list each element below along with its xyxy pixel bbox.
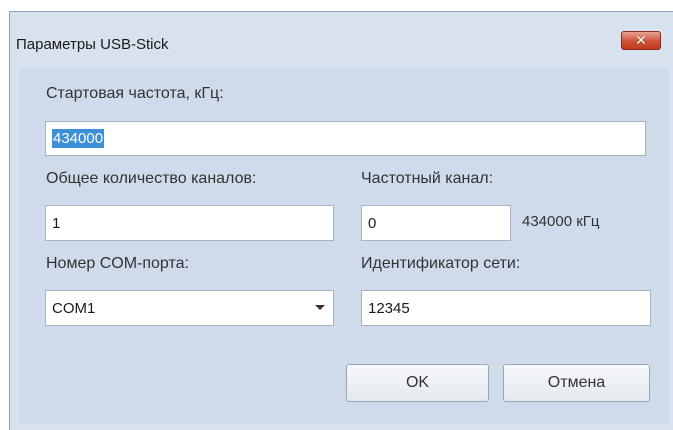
window-title: Параметры USB-Stick <box>16 36 169 53</box>
network-id-label: Идентификатор сети: <box>361 255 521 272</box>
frequency-channel-value: 0 <box>368 214 377 232</box>
start-frequency-input[interactable]: 434000 <box>45 121 646 156</box>
frequency-channel-info: 434000 кГц <box>522 213 600 230</box>
network-id-input[interactable]: 12345 <box>361 290 651 326</box>
chevron-down-icon[interactable] <box>315 305 325 310</box>
close-button[interactable]: ✕ <box>621 31 661 50</box>
channels-count-label: Общее количество каналов: <box>46 170 257 187</box>
com-port-value: COM1 <box>52 299 96 317</box>
com-port-label: Номер COM-порта: <box>46 255 189 272</box>
channels-count-input[interactable]: 1 <box>45 205 334 241</box>
start-frequency-label: Стартовая частота, кГц: <box>46 85 224 102</box>
dialog-window: Параметры USB-Stick ✕ Стартовая частота,… <box>9 11 673 430</box>
frequency-channel-input[interactable]: 0 <box>361 205 511 241</box>
network-id-value: 12345 <box>368 299 410 317</box>
dialog-content: Стартовая частота, кГц: 434000 Общее кол… <box>19 68 669 424</box>
cancel-button[interactable]: Отмена <box>503 364 650 402</box>
start-frequency-value: 434000 <box>52 129 105 148</box>
frequency-channel-label: Частотный канал: <box>361 170 494 187</box>
close-icon: ✕ <box>635 32 647 49</box>
channels-count-value: 1 <box>52 214 61 232</box>
title-bar[interactable]: Параметры USB-Stick ✕ <box>10 12 673 62</box>
com-port-select[interactable]: COM1 <box>45 290 334 326</box>
ok-button[interactable]: OK <box>346 364 489 402</box>
